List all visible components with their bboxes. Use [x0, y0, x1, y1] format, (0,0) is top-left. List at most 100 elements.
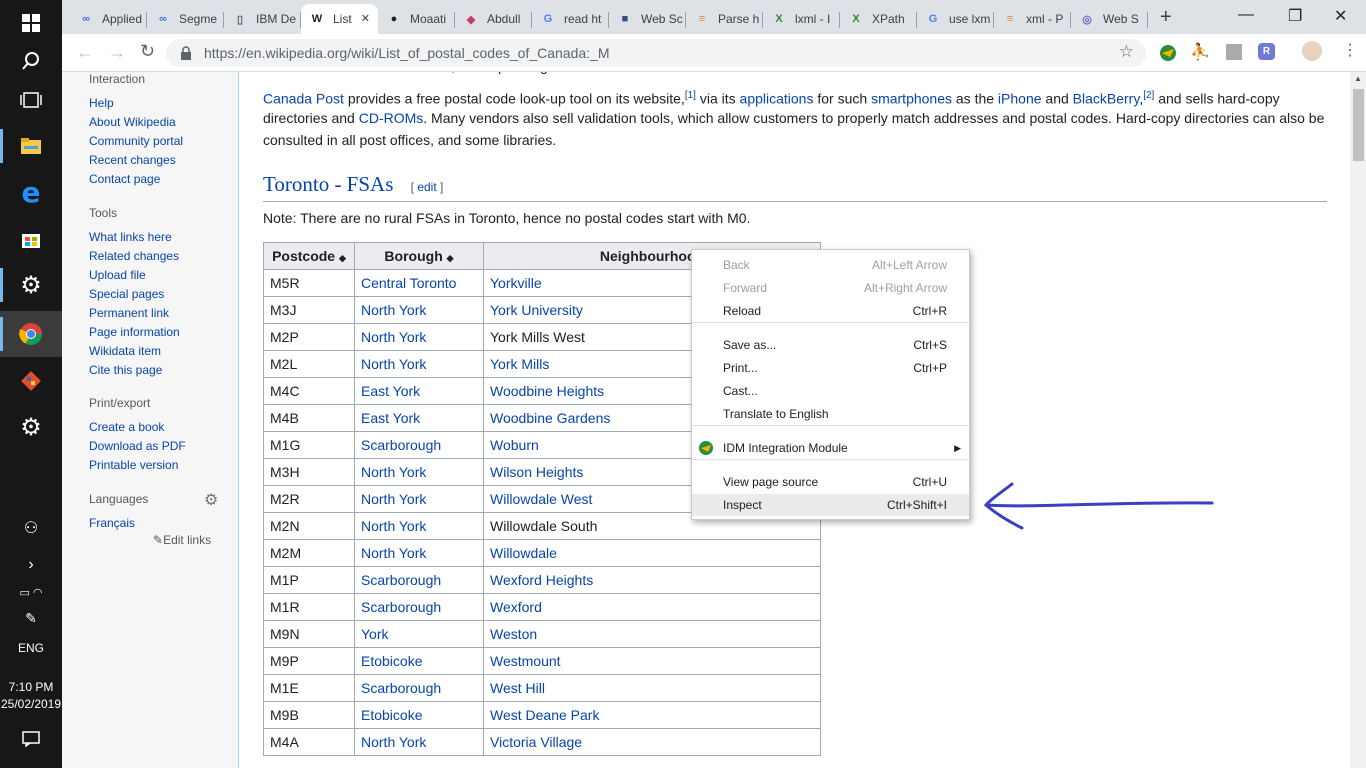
store-icon[interactable] [0, 216, 62, 262]
sidebar-link[interactable]: What links here [89, 230, 172, 244]
borough-cell[interactable]: Scarborough [354, 593, 484, 621]
sidebar-link[interactable]: Printable version [89, 458, 178, 472]
minimize-button[interactable]: — [1238, 6, 1254, 24]
tab-12[interactable]: ≡ xml - P [994, 4, 1071, 34]
sidebar-link[interactable]: Wikidata item [89, 344, 161, 358]
borough-cell[interactable]: North York [354, 728, 484, 756]
sidebar-link[interactable]: Cite this page [89, 363, 162, 377]
borough-cell[interactable]: Scarborough [354, 674, 484, 702]
ctx-save-as-item[interactable]: Save as... Ctrl+S [692, 334, 969, 356]
tab-9[interactable]: Xlxml - I [763, 4, 840, 34]
reload-icon[interactable]: ↻ [140, 41, 155, 62]
battery-network-icon[interactable]: ▭ ◠ [0, 578, 62, 606]
tab-10[interactable]: X XPath [840, 4, 917, 34]
neighbourhood-cell[interactable]: West Deane Park [483, 701, 821, 729]
language-settings-gear-icon[interactable]: ⚙ [204, 490, 218, 510]
tab-1[interactable]: ∞ Segme [147, 4, 224, 34]
pen-icon[interactable]: ✎ [0, 604, 62, 632]
close-tab-icon[interactable]: ✕ [361, 12, 370, 25]
sort-icon[interactable]: ◆ [339, 253, 346, 263]
borough-cell[interactable]: North York [354, 296, 484, 324]
citation-link[interactable]: [2] [1143, 90, 1154, 101]
citation-link[interactable]: [1] [685, 90, 696, 101]
tab-4[interactable]: ● Moaati [378, 4, 455, 34]
chrome-icon[interactable] [0, 311, 62, 357]
tab-0[interactable]: ∞ Applied [70, 4, 147, 34]
address-bar[interactable]: https://en.wikipedia.org/wiki/List_of_po… [166, 39, 1146, 67]
article-link[interactable]: BlackBerry [1073, 91, 1140, 107]
bookmark-star-icon[interactable]: ☆ [1119, 42, 1134, 62]
neighbourhood-cell[interactable]: Weston [483, 620, 821, 648]
tab-5[interactable]: ◆ Abdull [455, 4, 532, 34]
borough-cell[interactable]: Central Toronto [354, 269, 484, 297]
url-text[interactable]: https://en.wikipedia.org/wiki/List_of_po… [204, 45, 609, 61]
ctx-reload-item[interactable]: Reload Ctrl+R [692, 300, 969, 322]
maximize-button[interactable]: ❐ [1288, 6, 1302, 26]
ctx-idm-integration-item[interactable]: IDM Integration Module ▶ [692, 437, 969, 459]
article-link[interactable]: CD-ROMs [359, 110, 424, 126]
clock-date[interactable]: 25/02/2019 [0, 697, 62, 711]
sidebar-link[interactable]: Special pages [89, 287, 164, 301]
borough-cell[interactable]: York [354, 620, 484, 648]
sidebar-link[interactable]: Contact page [89, 172, 160, 186]
borough-cell[interactable]: North York [354, 512, 484, 540]
back-arrow-icon[interactable]: ← [76, 42, 94, 63]
sort-icon[interactable]: ◆ [447, 253, 454, 263]
ctx-print-item[interactable]: Print... Ctrl+P [692, 357, 969, 379]
ctx-cast-item[interactable]: Cast... [692, 380, 969, 402]
sidebar-link[interactable]: Upload file [89, 268, 146, 282]
neighbourhood-cell[interactable]: Victoria Village [483, 728, 821, 756]
ctx-translate-item[interactable]: Translate to English [692, 403, 969, 425]
sidebar-link[interactable]: Permanent link [89, 306, 169, 320]
borough-cell[interactable]: Scarborough [354, 566, 484, 594]
borough-cell[interactable]: East York [354, 377, 484, 405]
borough-cell[interactable]: North York [354, 485, 484, 513]
article-link[interactable]: smartphones [871, 91, 952, 107]
sidebar-link[interactable]: Help [89, 96, 114, 110]
ctx-view-source-item[interactable]: View page source Ctrl+U [692, 471, 969, 493]
git-icon[interactable] [0, 358, 62, 404]
settings-icon[interactable]: ⚙ [0, 404, 62, 450]
people-icon[interactable]: ⚇ [0, 508, 62, 548]
neighbourhood-cell[interactable]: Wexford [483, 593, 821, 621]
tab-7[interactable]: ■ Web Sc [609, 4, 686, 34]
article-link[interactable]: iPhone [998, 91, 1042, 107]
header-postcode[interactable]: Postcode ◆ [263, 242, 355, 270]
scrollbar-thumb[interactable] [1353, 89, 1364, 161]
borough-cell[interactable]: North York [354, 458, 484, 486]
extension-brush-icon[interactable]: ⛹ [1190, 42, 1210, 62]
vertical-scrollbar[interactable]: ▲ [1350, 72, 1366, 768]
neighbourhood-cell[interactable]: West Hill [483, 674, 821, 702]
article-link[interactable]: Canada Post [263, 91, 344, 107]
tab-3[interactable]: W List ✕ [301, 4, 378, 34]
sidebar-link[interactable]: Recent changes [89, 153, 176, 167]
file-explorer-icon[interactable] [0, 123, 62, 169]
edit-section-link[interactable]: [ edit ] [411, 180, 444, 194]
tab-13[interactable]: ◎ Web S [1071, 4, 1148, 34]
tab-2[interactable]: ▯ IBM De [224, 4, 301, 34]
forward-arrow-icon[interactable]: → [108, 42, 126, 63]
header-borough[interactable]: Borough ◆ [354, 242, 484, 270]
clock-time[interactable]: 7:10 PM [0, 680, 62, 694]
extension-grey-icon[interactable] [1226, 44, 1242, 60]
borough-cell[interactable]: North York [354, 350, 484, 378]
borough-cell[interactable]: Etobicoke [354, 647, 484, 675]
sidebar-link[interactable]: Page information [89, 325, 180, 339]
idm-extension-icon[interactable] [1158, 43, 1178, 66]
settings-gears-icon[interactable]: ⚙ [0, 262, 62, 308]
tab-11[interactable]: Guse lxm [917, 4, 994, 34]
ctx-inspect-item[interactable]: Inspect Ctrl+Shift+I [692, 494, 969, 516]
new-tab-button[interactable]: + [1160, 6, 1172, 29]
sidebar-link[interactable]: Related changes [89, 249, 179, 263]
sidebar-link[interactable]: About Wikipedia [89, 115, 176, 129]
borough-cell[interactable]: Scarborough [354, 431, 484, 459]
task-view-icon[interactable] [0, 77, 62, 123]
borough-cell[interactable]: North York [354, 323, 484, 351]
borough-cell[interactable]: Etobicoke [354, 701, 484, 729]
edit-links-link[interactable]: ✎Edit links [153, 533, 211, 547]
sidebar-link[interactable]: Community portal [89, 134, 183, 148]
edit-link[interactable]: edit [417, 180, 436, 194]
extension-r-icon[interactable]: R [1258, 43, 1275, 60]
sidebar-link[interactable]: Create a book [89, 420, 164, 434]
tab-8[interactable]: ≡ Parse h [686, 4, 763, 34]
